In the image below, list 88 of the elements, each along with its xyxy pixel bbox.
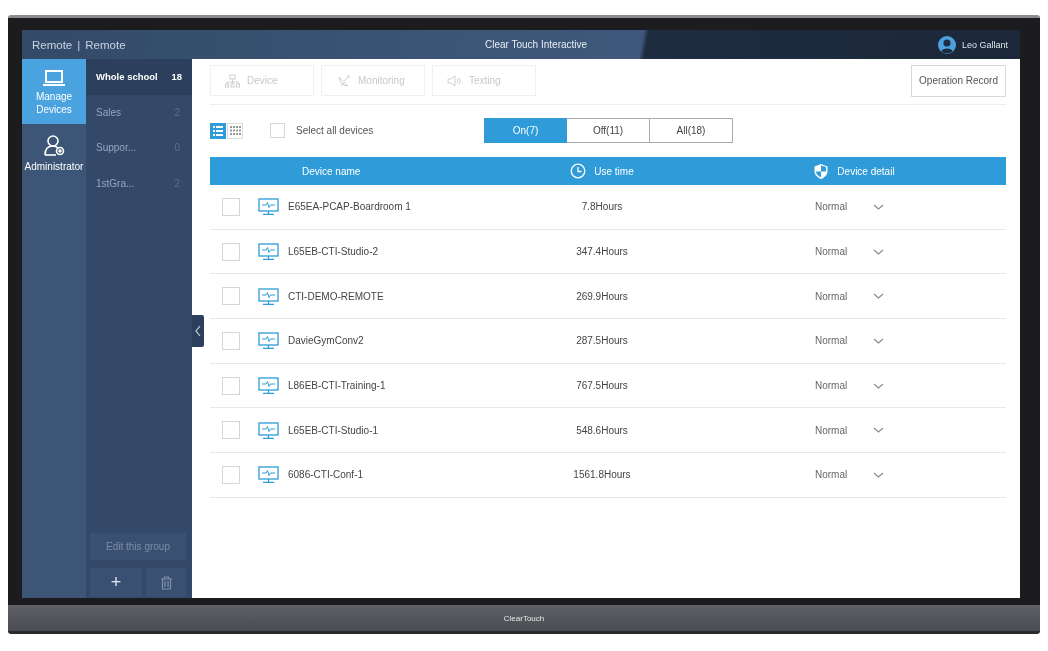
expand-button[interactable] <box>873 337 884 344</box>
group-count: 18 <box>171 71 182 83</box>
filter-tab[interactable]: Off(11) <box>567 118 650 143</box>
column-header: Use time <box>594 165 634 177</box>
monitor-icon <box>258 377 279 395</box>
checkbox[interactable] <box>222 465 240 484</box>
expand-button[interactable] <box>873 293 884 300</box>
collapse-handle[interactable] <box>192 315 204 347</box>
grid-icon <box>229 126 241 135</box>
brand-logo: ClearTouch <box>503 613 545 623</box>
checkbox[interactable] <box>222 197 240 216</box>
device-name: 6086-CTI-Conf-1 <box>288 469 364 481</box>
use-time: 548.6Hours <box>575 424 629 436</box>
group-name: Whole school <box>96 71 158 83</box>
group-item[interactable]: Whole school 18 <box>86 59 192 95</box>
expand-button[interactable] <box>873 382 884 389</box>
device-status: Normal <box>815 290 849 302</box>
laptop-icon <box>42 69 66 87</box>
checkbox[interactable] <box>222 376 240 395</box>
monitor-icon <box>258 243 279 261</box>
expand-button[interactable] <box>873 471 884 478</box>
device-status: Normal <box>815 424 849 436</box>
shield-icon <box>813 162 830 180</box>
device-status: Normal <box>815 201 849 213</box>
chevron-down-icon <box>873 382 884 389</box>
network-icon <box>225 73 240 88</box>
column-header: Device detail <box>837 165 895 177</box>
chevron-down-icon <box>873 471 884 478</box>
nav-item[interactable]: Administrator <box>22 124 86 189</box>
chevron-down-icon <box>873 337 884 344</box>
satellite-dish-icon <box>336 73 351 88</box>
expand-button[interactable] <box>873 427 884 434</box>
user-gear-icon <box>43 134 65 157</box>
checkbox[interactable] <box>222 287 240 306</box>
list-icon <box>213 125 223 136</box>
device-status: Normal <box>815 380 849 392</box>
chevron-down-icon <box>873 203 884 210</box>
monitor-icon <box>258 421 279 439</box>
grid-view-button[interactable] <box>227 122 243 139</box>
device-name: L65EB-CTI-Studio-1 <box>288 424 379 436</box>
device-status: Normal <box>815 335 849 347</box>
chevron-down-icon <box>873 293 884 300</box>
use-time: 7.8Hours <box>580 201 624 213</box>
device-name: E65EA-PCAP-Boardroom 1 <box>288 201 411 213</box>
expand-button[interactable] <box>873 203 884 210</box>
delete-button[interactable] <box>146 568 186 597</box>
use-time: 767.5Hours <box>575 380 629 392</box>
column-header: Device name <box>302 165 361 177</box>
checkbox[interactable] <box>270 123 285 138</box>
checkbox[interactable] <box>222 331 240 350</box>
device-name: L86EB-CTI-Training-1 <box>288 380 386 392</box>
monitor-icon <box>258 287 279 305</box>
monitor-icon <box>258 332 279 350</box>
add-button[interactable]: + <box>90 568 142 597</box>
trash-icon <box>159 575 173 590</box>
breadcrumb-item[interactable]: Remote <box>85 38 126 51</box>
use-time: 269.9Hours <box>575 290 629 302</box>
device-status: Normal <box>815 469 849 481</box>
filter-tab[interactable]: All(18) <box>650 118 733 143</box>
user-name[interactable]: Leo Gallant <box>961 39 1008 50</box>
group-name: Sales <box>96 106 121 118</box>
use-time: 287.5Hours <box>575 335 629 347</box>
avatar-icon <box>937 35 956 54</box>
monitor-icon <box>258 198 279 216</box>
checkbox[interactable] <box>222 421 240 440</box>
chevron-down-icon <box>873 427 884 434</box>
checkbox-label[interactable]: Select all devices <box>296 125 374 136</box>
monitor-icon <box>258 466 279 484</box>
operation-record-button[interactable]: Operation Record <box>911 64 1006 97</box>
clock-icon <box>570 163 587 179</box>
device-name: DavieGymConv2 <box>288 335 364 347</box>
chevron-down-icon <box>873 248 884 255</box>
group-name: Suppor... <box>96 142 137 154</box>
chevron-left-icon <box>195 325 201 337</box>
breadcrumb-item[interactable]: Remote <box>32 38 73 51</box>
use-time: 1561.8Hours <box>572 469 632 481</box>
group-name: 1stGra... <box>96 177 135 189</box>
breadcrumb-separator: | <box>77 38 81 51</box>
use-time: 347.4Hours <box>575 246 629 258</box>
filter-tab[interactable]: On(7) <box>484 118 567 143</box>
device-status: Normal <box>815 246 849 258</box>
list-view-button[interactable] <box>210 122 226 139</box>
checkbox[interactable] <box>222 242 240 261</box>
device-name: L65EB-CTI-Studio-2 <box>288 246 379 258</box>
app-title: Clear Touch Interactive <box>484 39 589 50</box>
device-name: CTI-DEMO-REMOTE <box>288 290 384 302</box>
speaker-icon <box>447 73 462 88</box>
expand-button[interactable] <box>873 248 884 255</box>
